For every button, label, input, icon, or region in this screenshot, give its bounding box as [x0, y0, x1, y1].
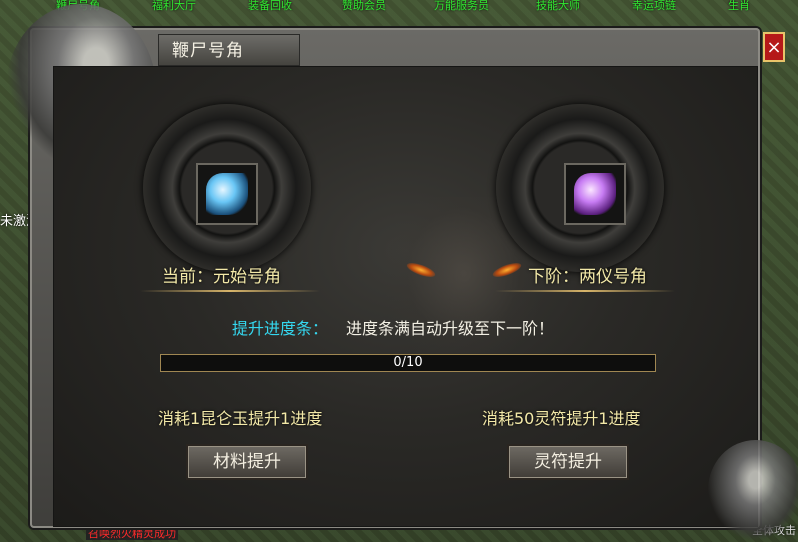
material-cost-text: 消耗1昆仑玉提升1进度: [158, 409, 323, 428]
dragon-eye-icon: [491, 260, 523, 280]
material-upgrade-button[interactable]: 材料提升: [186, 444, 308, 480]
progress-title: 提升进度条：: [232, 319, 329, 338]
top-menu-item[interactable]: 幸运项链: [632, 0, 676, 12]
dragon-eye-icon: [405, 260, 437, 280]
progress-bar: 0/10: [160, 354, 656, 372]
next-item-slot[interactable]: [564, 163, 626, 225]
next-item-label: 下阶：两仪号角: [528, 267, 647, 287]
current-item-label: 当前：元始号角: [162, 267, 281, 287]
close-button[interactable]: ×: [763, 32, 785, 62]
dialog-title: 鞭尸号角: [172, 41, 244, 61]
top-menu-item[interactable]: 生肖: [728, 0, 750, 12]
top-menu-item[interactable]: 福利大厅: [152, 0, 196, 12]
label-divider: [140, 290, 320, 292]
top-menu-item[interactable]: 装备回收: [248, 0, 292, 12]
progress-text: 0/10: [393, 355, 423, 370]
progress-description: 进度条满自动升级至下一阶！: [346, 319, 555, 338]
top-menu-item[interactable]: 技能大师: [536, 0, 580, 12]
label-divider: [495, 290, 675, 292]
top-menu-item[interactable]: 赞助会员: [342, 0, 386, 12]
top-menu-bar: 鞭尸号角 福利大厅 装备回收 赞助会员 万能服务员 技能大师 幸运项链 生肖: [0, 0, 798, 14]
horn-purple-icon: [574, 173, 616, 215]
dialog-content: [53, 66, 758, 527]
top-menu-item[interactable]: 万能服务员: [434, 0, 489, 12]
dragon-ornament-icon: [708, 440, 798, 540]
current-item-slot[interactable]: [196, 163, 258, 225]
system-message: 召唤烈火精灵成功: [86, 527, 178, 540]
horn-blue-icon: [206, 173, 248, 215]
talisman-cost-text: 消耗50灵符提升1进度: [482, 409, 641, 428]
talisman-upgrade-button[interactable]: 灵符提升: [507, 444, 629, 480]
